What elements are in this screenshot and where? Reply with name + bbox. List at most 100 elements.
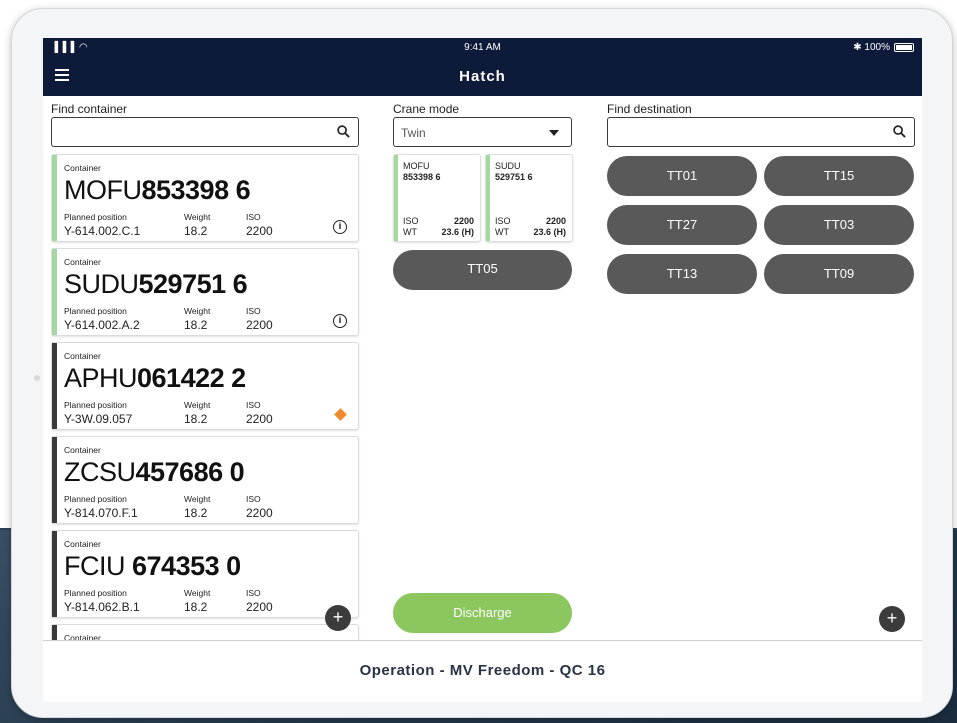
status-bar-pending bbox=[52, 437, 57, 523]
twin-iso-value: 2200 bbox=[545, 216, 566, 226]
position-value: Y-614.002.C.1 bbox=[64, 224, 141, 238]
iso-label: ISO bbox=[246, 588, 261, 598]
container-card[interactable]: Container FCIU 674353 0 Planned position… bbox=[51, 530, 359, 618]
container-id: SUDU529751 6 bbox=[64, 269, 248, 299]
crane-mode-value: Twin bbox=[401, 126, 426, 140]
destination-button[interactable]: TT01 bbox=[607, 156, 757, 196]
twin-wt-value: 23.6 (H) bbox=[533, 227, 566, 237]
battery-text: ✱ 100% bbox=[853, 42, 890, 53]
info-icon[interactable]: i bbox=[333, 220, 347, 234]
destination-button[interactable]: TT15 bbox=[764, 156, 914, 196]
twin-iso-label: ISO bbox=[403, 216, 419, 226]
position-value: Y-614.002.A.2 bbox=[64, 318, 140, 332]
weight-label: Weight bbox=[184, 212, 211, 222]
add-destination-button[interactable]: + bbox=[879, 606, 905, 632]
container-card[interactable]: Container SUDU529751 6 Planned position … bbox=[51, 248, 359, 336]
weight-label: Weight bbox=[184, 306, 211, 316]
status-bar-pending bbox=[52, 531, 57, 617]
operation-label: Operation - MV Freedom - QC 16 bbox=[359, 662, 606, 679]
container-id: FCIU 674353 0 bbox=[64, 551, 241, 581]
twin-prefix: SUDU bbox=[495, 161, 521, 171]
destination-button[interactable]: TT27 bbox=[607, 205, 757, 245]
twin-number: 853398 6 bbox=[403, 172, 441, 182]
search-icon[interactable] bbox=[337, 125, 350, 138]
iso-label: ISO bbox=[246, 212, 261, 222]
discharge-button[interactable]: Discharge bbox=[393, 593, 572, 633]
footer-bar: Operation - MV Freedom - QC 16 bbox=[43, 640, 922, 702]
twin-prefix: MOFU bbox=[403, 161, 430, 171]
crane-mode-label: Crane mode bbox=[393, 102, 460, 116]
status-bar: ▐▐▐ ◠ 9:41 AM ✱ 100% bbox=[43, 38, 922, 58]
warning-diamond-icon bbox=[334, 408, 347, 421]
status-time: 9:41 AM bbox=[464, 42, 501, 53]
weight-value: 18.2 bbox=[184, 318, 208, 332]
iso-value: 2200 bbox=[246, 318, 273, 332]
destination-button[interactable]: TT09 bbox=[764, 254, 914, 294]
position-value: Y-814.062.B.1 bbox=[64, 600, 140, 614]
iso-label: ISO bbox=[246, 494, 261, 504]
container-card[interactable]: Container APHU061422 2 Planned position … bbox=[51, 342, 359, 430]
container-caption: Container bbox=[64, 445, 101, 455]
chevron-down-icon bbox=[549, 130, 559, 136]
weight-value: 18.2 bbox=[184, 224, 208, 238]
twin-wt-label: WT bbox=[495, 227, 509, 237]
position-label: Planned position bbox=[64, 588, 127, 598]
container-card[interactable]: Container MOFU853398 6 Planned position … bbox=[51, 154, 359, 242]
status-bar-ready bbox=[52, 155, 57, 241]
container-caption: Container bbox=[64, 257, 101, 267]
status-bar-pending bbox=[52, 343, 57, 429]
search-icon[interactable] bbox=[893, 125, 906, 138]
find-container-label: Find container bbox=[51, 102, 128, 116]
assigned-truck-button[interactable]: TT05 bbox=[393, 250, 572, 290]
position-value: Y-3W.09.057 bbox=[64, 412, 133, 426]
iso-label: ISO bbox=[246, 306, 261, 316]
weight-label: Weight bbox=[184, 400, 211, 410]
twin-number: 529751 6 bbox=[495, 172, 533, 182]
twin-iso-label: ISO bbox=[495, 216, 511, 226]
find-container-input[interactable] bbox=[51, 117, 359, 147]
twin-card-left[interactable]: MOFU 853398 6 ISO 2200 WT 23.6 (H) bbox=[393, 154, 481, 242]
container-list: Container MOFU853398 6 Planned position … bbox=[51, 154, 361, 644]
iso-value: 2200 bbox=[246, 412, 273, 426]
container-caption: Container bbox=[64, 163, 101, 173]
twin-card-right[interactable]: SUDU 529751 6 ISO 2200 WT 23.6 (H) bbox=[485, 154, 573, 242]
container-id: ZCSU457686 0 bbox=[64, 457, 245, 487]
position-label: Planned position bbox=[64, 400, 127, 410]
status-bar-ready bbox=[486, 155, 490, 241]
position-label: Planned position bbox=[64, 494, 127, 504]
container-id: MOFU853398 6 bbox=[64, 175, 251, 205]
destination-button[interactable]: TT03 bbox=[764, 205, 914, 245]
weight-value: 18.2 bbox=[184, 412, 208, 426]
iso-value: 2200 bbox=[246, 506, 273, 520]
container-id: APHU061422 2 bbox=[64, 363, 246, 393]
iso-value: 2200 bbox=[246, 224, 273, 238]
twin-wt-label: WT bbox=[403, 227, 417, 237]
weight-label: Weight bbox=[184, 588, 211, 598]
weight-value: 18.2 bbox=[184, 600, 208, 614]
status-bar-ready bbox=[394, 155, 398, 241]
weight-label: Weight bbox=[184, 494, 211, 504]
find-destination-input[interactable] bbox=[607, 117, 915, 147]
status-bar-ready bbox=[52, 249, 57, 335]
find-destination-label: Find destination bbox=[607, 102, 692, 116]
app-screen: ▐▐▐ ◠ 9:41 AM ✱ 100% Hatch Find containe… bbox=[43, 38, 922, 702]
battery-icon bbox=[894, 43, 914, 52]
camera-dot bbox=[34, 375, 40, 381]
container-caption: Container bbox=[64, 539, 101, 549]
info-icon[interactable]: i bbox=[333, 314, 347, 328]
twin-wt-value: 23.6 (H) bbox=[441, 227, 474, 237]
crane-mode-select[interactable]: Twin bbox=[393, 117, 572, 147]
twin-iso-value: 2200 bbox=[453, 216, 474, 226]
iso-value: 2200 bbox=[246, 600, 273, 614]
page-title: Hatch bbox=[459, 68, 506, 85]
battery-status: ✱ 100% bbox=[853, 42, 914, 53]
container-caption: Container bbox=[64, 351, 101, 361]
iso-label: ISO bbox=[246, 400, 261, 410]
add-container-button[interactable]: + bbox=[325, 605, 351, 631]
destination-button[interactable]: TT13 bbox=[607, 254, 757, 294]
navigation-bar: Hatch bbox=[43, 58, 922, 96]
container-card[interactable]: Container ZCSU457686 0 Planned position … bbox=[51, 436, 359, 524]
position-label: Planned position bbox=[64, 306, 127, 316]
weight-value: 18.2 bbox=[184, 506, 208, 520]
position-value: Y-814.070.F.1 bbox=[64, 506, 138, 520]
